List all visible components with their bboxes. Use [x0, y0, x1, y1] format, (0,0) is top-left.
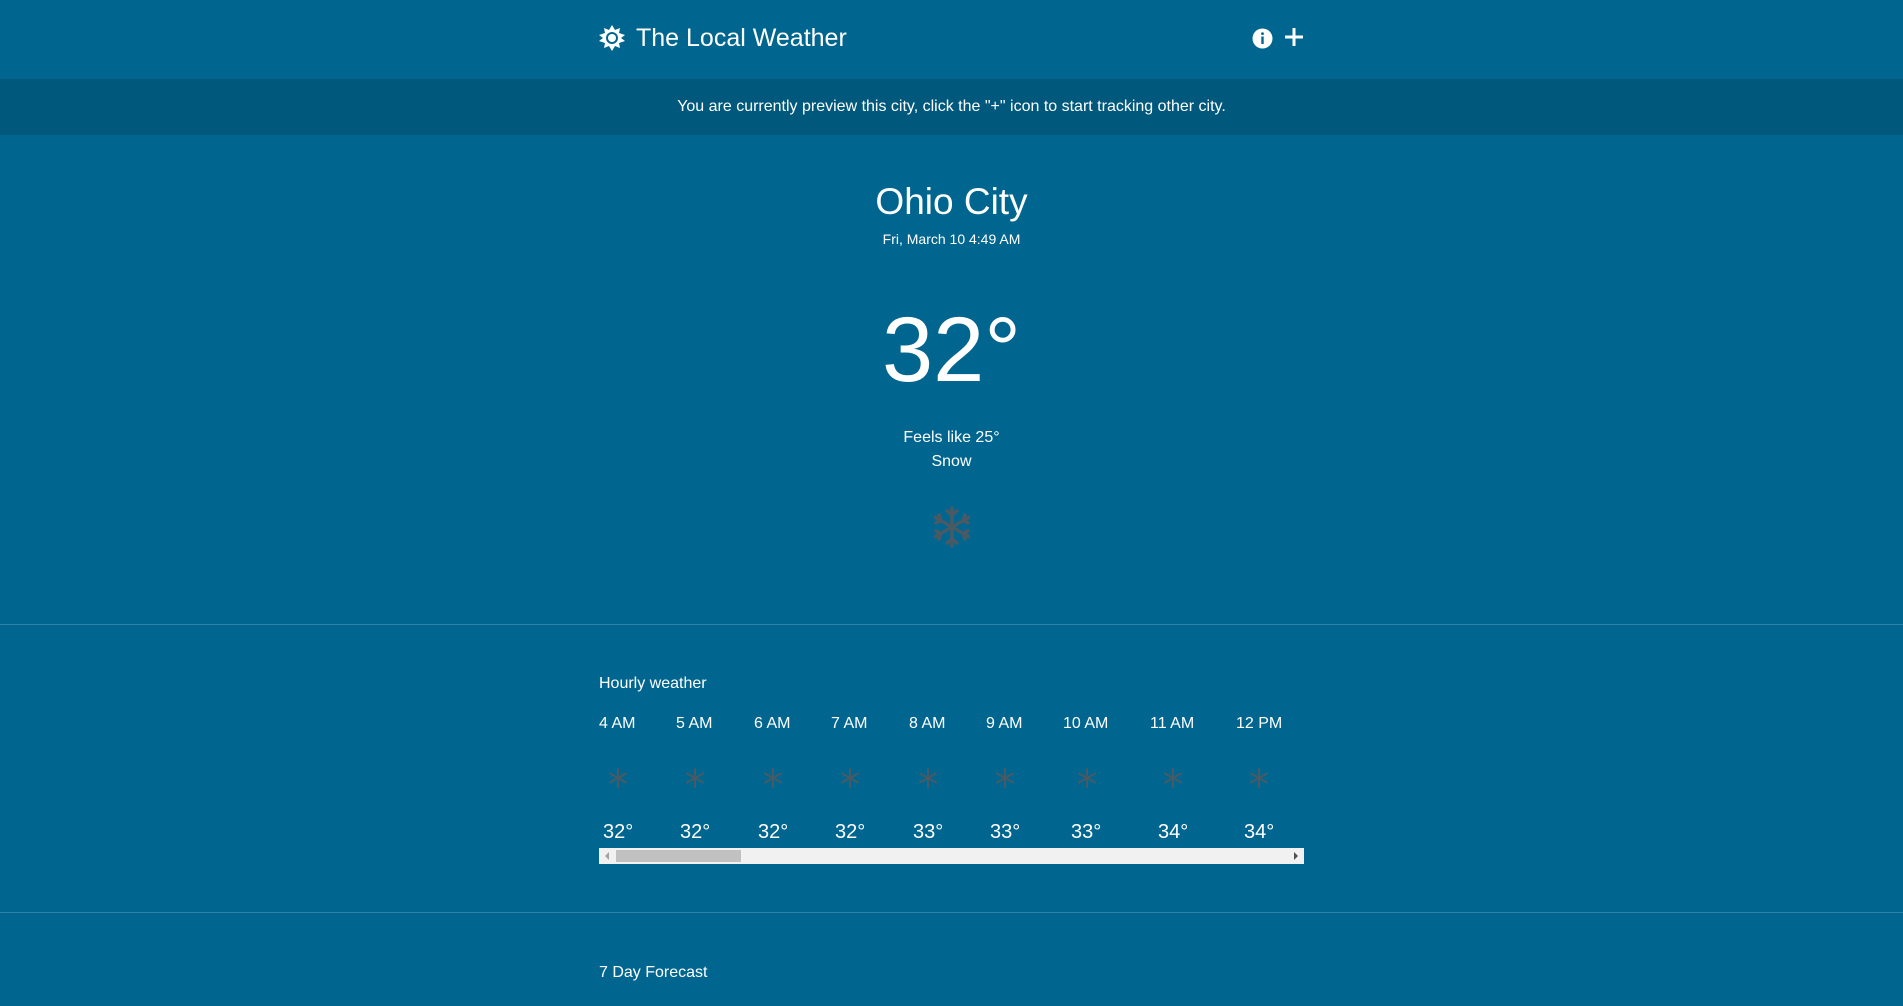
hour-temp: 34° [1158, 821, 1189, 843]
hour-time: 10 AM [1063, 715, 1109, 732]
plus-icon[interactable] [1284, 27, 1304, 47]
preview-banner: You are currently preview this city, cli… [0, 79, 1903, 135]
current-weather: Ohio City Fri, March 10 4:49 AM 32° Feel… [0, 135, 1903, 624]
snowflake-icon [609, 768, 627, 788]
hour-temp: 33° [990, 821, 1021, 843]
hour-temp: 34° [1244, 821, 1275, 843]
city-name: Ohio City [875, 181, 1028, 222]
snowflake-icon [841, 768, 859, 788]
hour-temp: 32° [835, 821, 866, 843]
scrollbar-thumb[interactable] [616, 850, 741, 862]
header-inner: The Local Weather [599, 0, 1304, 78]
snowflake-icon [1250, 768, 1268, 788]
snowflake-icon [686, 768, 704, 788]
hour-time: 7 AM [831, 715, 868, 732]
current-datetime: Fri, March 10 4:49 AM [882, 231, 1021, 247]
feels-like: Feels like 25° [903, 429, 1000, 446]
hour-time: 11 AM [1150, 715, 1195, 732]
snowflake-icon [996, 768, 1014, 788]
app-title: The Local Weather [636, 24, 847, 52]
snowflake-icon [933, 506, 971, 548]
hourly-list: 4 AM 32° 5 AM 32° 6 AM 32° 7 AM 32° 8 AM… [599, 712, 1304, 865]
hour-temp: 33° [913, 821, 944, 843]
hour-temp: 33° [1071, 821, 1102, 843]
hour-time: 4 AM [599, 715, 636, 732]
hour-time: 12 PM [1236, 715, 1283, 732]
snowflake-icon [1078, 768, 1096, 788]
hour-time: 5 AM [676, 715, 713, 732]
section-divider [0, 624, 1903, 625]
forecast-title: 7 Day Forecast [599, 964, 708, 981]
hourly-scrollbar[interactable] [599, 848, 1304, 864]
scroll-left-arrow-icon[interactable] [599, 848, 615, 864]
sun-icon [599, 25, 625, 51]
snowflake-icon [764, 768, 782, 788]
hour-time: 9 AM [986, 715, 1023, 732]
hour-temp: 32° [603, 821, 634, 843]
current-temperature: 32° [881, 299, 1022, 401]
app-header: The Local Weather [0, 0, 1903, 78]
hour-time: 6 AM [754, 715, 791, 732]
snowflake-icon [1164, 768, 1182, 788]
hourly-title: Hourly weather [599, 675, 707, 692]
hour-time: 8 AM [909, 715, 946, 732]
scroll-right-arrow-icon[interactable] [1288, 848, 1304, 864]
hour-temp: 32° [758, 821, 789, 843]
section-divider [0, 912, 1903, 913]
weather-condition: Snow [931, 453, 972, 470]
hour-temp: 32° [680, 821, 711, 843]
snowflake-icon [919, 768, 937, 788]
preview-banner-text: You are currently preview this city, cli… [677, 98, 1226, 115]
info-icon[interactable] [1252, 28, 1273, 49]
